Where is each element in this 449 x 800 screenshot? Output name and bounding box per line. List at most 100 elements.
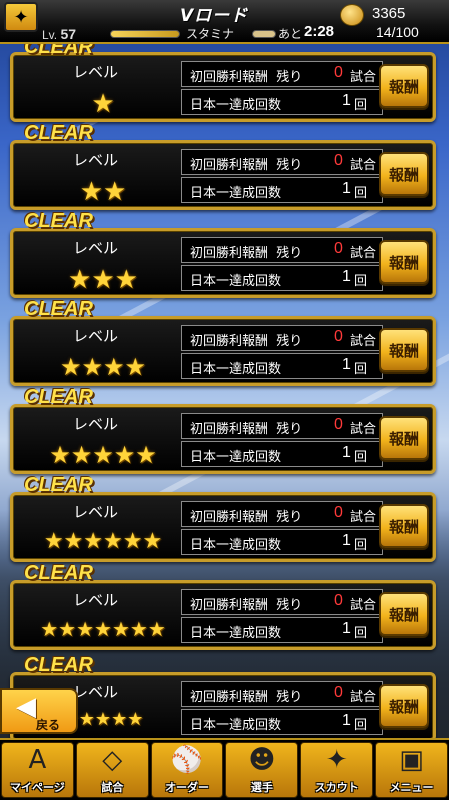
team-logo-icon[interactable]: ✦ [4,2,38,32]
champion-unit: 回 [354,626,368,641]
nav-label: 選手 [250,781,273,794]
nav-order-button[interactable]: ⚾ オーダー [150,742,224,798]
remaining-unit: 試合 [350,158,377,173]
scout-icon: ✦ [325,745,348,775]
champion-count-row: 日本一達成回数 1 回 [181,529,383,555]
champion-count-row: 日本一達成回数 1 回 [181,89,383,115]
order-icon: ⚾ [170,745,204,775]
champion-count-row: 日本一達成回数 1 回 [181,617,383,643]
champion-count-row: 日本一達成回数 1 回 [181,177,383,203]
champion-count: 1 [342,444,351,461]
champion-label: 日本一達成回数 [190,186,282,201]
stamina-count: 14/100 [376,24,419,40]
status-header: ✦ Vロード 3365 Lv. 57 スタミナ あと 2:28 14/100 [0,0,449,44]
champion-unit: 回 [354,274,368,289]
back-arrow-icon: ◀ [16,692,36,722]
champion-unit: 回 [354,538,368,553]
level-label: レベル [73,415,119,433]
back-button[interactable]: ◀ 戻る [0,688,78,734]
remaining-unit: 試合 [350,510,377,525]
clear-label: CLEAR [24,298,93,320]
reward-button[interactable]: 報酬 [379,328,429,372]
remaining-count: 0 [334,416,343,433]
remaining-unit: 試合 [350,690,377,705]
remaining-count: 0 [334,504,343,521]
champion-label: 日本一達成回数 [190,362,282,377]
star-rating-icon: ★★★★★★ [43,529,163,554]
first-win-reward-row: 初回勝利報酬 残り 0 試合 [181,325,383,351]
remaining-unit: 試合 [350,70,377,85]
champion-label: 日本一達成回数 [190,538,282,553]
reward-button[interactable]: 報酬 [379,416,429,460]
timer-label: あと [278,27,303,41]
reward-button[interactable]: 報酬 [379,684,429,728]
star-rating-icon: ★★★★ [59,353,147,381]
level-label: レベル [73,63,119,81]
stamina-bar-end [252,30,276,38]
clear-label: CLEAR [24,386,93,408]
champion-unit: 回 [354,718,368,733]
remaining-unit: 試合 [350,334,377,349]
player-level: Lv. 57 [42,26,77,42]
level-card: レベル ★★★★★★★ 初回勝利報酬 残り 0 試合 日本一達成回数 1 回報酬 [10,580,436,650]
first-win-label: 初回勝利報酬 残り [190,158,303,173]
nav-label: 試合 [101,781,124,794]
nav-match-button[interactable]: ◇ 試合 [75,742,149,798]
first-win-label: 初回勝利報酬 残り [190,690,303,705]
remaining-count: 0 [334,684,343,701]
coin-icon [340,4,364,26]
bottom-nav: A マイページ ◇ 試合 ⚾ オーダー ☻ 選手 ✦ スカウト ▣ メニュー [0,738,449,800]
level-label: レベル [73,503,119,521]
nav-mypage-button[interactable]: A マイページ [1,742,74,798]
champion-count: 1 [342,92,351,109]
champion-count: 1 [342,180,351,197]
clear-label: CLEAR [24,474,93,496]
clear-label: CLEAR [24,562,93,584]
clear-label: CLEAR [24,122,93,144]
champion-label: 日本一達成回数 [190,98,282,113]
match-icon: ◇ [102,745,123,775]
level-label: レベル [73,239,119,257]
champion-label: 日本一達成回数 [190,274,282,289]
players-icon: ☻ [248,745,276,775]
champion-count-row: 日本一達成回数 1 回 [181,441,383,467]
nav-players-button[interactable]: ☻ 選手 [225,742,299,798]
champion-count-row: 日本一達成回数 1 回 [181,265,383,291]
first-win-reward-row: 初回勝利報酬 残り 0 試合 [181,61,383,87]
first-win-label: 初回勝利報酬 残り [190,334,303,349]
stamina-timer: 2:28 [304,23,335,40]
reward-button[interactable]: 報酬 [379,152,429,196]
reward-button[interactable]: 報酬 [379,64,429,108]
champion-count-row: 日本一達成回数 1 回 [181,709,383,735]
reward-button[interactable]: 報酬 [379,592,429,636]
coin-count: 3365 [372,5,406,22]
nav-label: スカウト [314,781,359,794]
level-label: レベル [73,327,119,345]
star-rating-icon: ★ [91,89,115,119]
star-rating-icon: ★★★ [68,265,138,295]
nav-scout-button[interactable]: ✦ スカウト [300,742,374,798]
champion-count: 1 [342,356,351,373]
reward-button[interactable]: 報酬 [379,504,429,548]
level-card: レベル ★★★★ 初回勝利報酬 残り 0 試合日本一達成回数 1 回報酬 [10,316,436,386]
champion-unit: 回 [354,362,368,377]
remaining-count: 0 [334,592,343,609]
first-win-reward-row: 初回勝利報酬 残り 0 試合 [181,681,383,707]
remaining-count: 0 [334,152,343,169]
first-win-reward-row: 初回勝利報酬 残り 0 試合 [181,589,383,615]
reward-button[interactable]: 報酬 [379,240,429,284]
champion-count: 1 [342,712,351,729]
level-card: レベル ★ 初回勝利報酬 残り 0 試合 日本一達成回数 1 回報酬 [10,52,436,122]
menu-icon: ▣ [399,745,424,775]
stamina-label: スタミナ [186,27,235,41]
first-win-reward-row: 初回勝利報酬 残り 0 試合 [181,501,383,527]
first-win-label: 初回勝利報酬 残り [190,422,303,437]
first-win-label: 初回勝利報酬 残り [190,510,303,525]
level-card: レベル ★★★★★★ 初回勝利報酬 残り 0 試合日本一達成回数 1 回報酬 [10,492,436,562]
champion-label: 日本一達成回数 [190,626,282,641]
back-label: 戻る [36,718,61,732]
nav-menu-button[interactable]: ▣ メニュー [375,742,448,798]
star-rating-icon: ★★ [79,177,127,207]
first-win-label: 初回勝利報酬 残り [190,598,303,613]
remaining-count: 0 [334,64,343,81]
